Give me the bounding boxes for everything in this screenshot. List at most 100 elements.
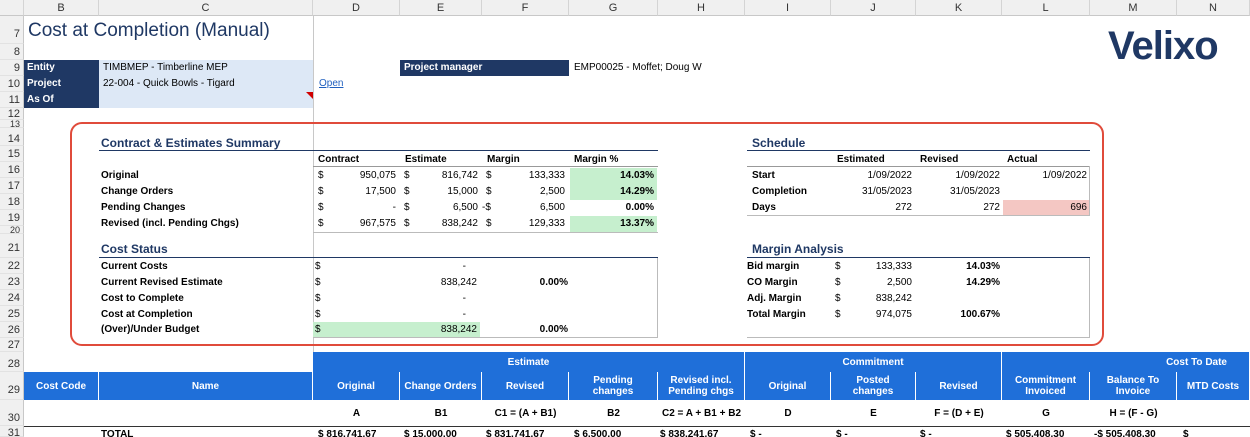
estimate-value: 838,242 xyxy=(441,218,478,229)
row-header[interactable]: 7 xyxy=(0,16,24,44)
row-header[interactable]: 22 xyxy=(0,258,24,274)
col-header-m[interactable]: M xyxy=(1090,0,1177,16)
project-manager-value: EMP00025 - Moffet; Doug W xyxy=(574,62,702,73)
group-header-commitment: Commitment xyxy=(745,352,1002,372)
total-value: $ - xyxy=(920,429,932,437)
margin-value: 6,500 xyxy=(539,202,565,213)
formula-label: C2 = A + B1 + B2 xyxy=(661,408,742,419)
schedule-box xyxy=(747,166,1090,216)
contract-value: 967,575 xyxy=(359,218,396,229)
total-value: $ 831,741.67 xyxy=(486,429,545,437)
grid-header-revised-incl-pending[interactable]: Revised incl. Pending chgs xyxy=(658,372,745,400)
summary-row-label: Revised (incl. Pending Chgs) xyxy=(101,218,239,229)
grid-header-commitment-original[interactable]: Original xyxy=(745,372,831,400)
project-manager-label: Project manager xyxy=(400,60,569,76)
row-header[interactable]: 29 xyxy=(0,372,24,400)
col-actual-header: Actual xyxy=(1007,154,1038,165)
group-header-cost-to-date: Cost To Date xyxy=(1002,352,1250,372)
formula-label: B2 xyxy=(607,408,620,419)
open-link[interactable]: Open xyxy=(319,78,343,89)
row-header[interactable]: 14 xyxy=(0,128,24,146)
total-value: $ xyxy=(1183,429,1189,437)
row-header[interactable]: 30 xyxy=(0,400,24,426)
row-header[interactable]: 16 xyxy=(0,162,24,178)
row-header[interactable]: 19 xyxy=(0,210,24,226)
row-header[interactable]: 12 xyxy=(0,108,24,120)
margin-value: 129,333 xyxy=(528,218,565,229)
formula-label: H = (F - G) xyxy=(1109,408,1158,419)
grid-header-pending-changes[interactable]: Pending changes xyxy=(569,372,658,400)
cost-status-label: Current Costs xyxy=(101,261,168,272)
row-header[interactable]: 23 xyxy=(0,274,24,290)
col-contract-header: Contract xyxy=(318,154,360,165)
formula-label: F = (D + E) xyxy=(934,408,984,419)
col-header-i[interactable]: I xyxy=(745,0,831,16)
section-underline xyxy=(99,150,658,151)
currency-sign: $ xyxy=(318,170,324,181)
row-header[interactable]: 9 xyxy=(0,60,24,76)
row-header[interactable]: 13 xyxy=(0,120,24,128)
entity-field[interactable]: TIMBMEP - Timberline MEP xyxy=(99,60,313,76)
row-header[interactable]: 31 xyxy=(0,426,24,437)
col-header-n[interactable]: N xyxy=(1177,0,1250,16)
contract-summary-title: Contract & Estimates Summary xyxy=(101,136,281,150)
formula-label: G xyxy=(1042,408,1050,419)
col-header-e[interactable]: E xyxy=(400,0,482,16)
grid-header-change-orders[interactable]: Change Orders xyxy=(400,372,482,400)
row-header[interactable]: 17 xyxy=(0,178,24,194)
entity-label: Entity xyxy=(24,60,99,76)
currency-sign: $ xyxy=(404,170,410,181)
col-margin-pct-header: Margin % xyxy=(574,154,619,165)
col-estimate-header: Estimate xyxy=(405,154,447,165)
total-value: $ 838,241.67 xyxy=(660,429,719,437)
asof-field[interactable] xyxy=(99,92,313,108)
col-header-b[interactable]: B xyxy=(24,0,99,16)
project-field[interactable]: 22-004 - Quick Bowls - Tigard xyxy=(99,76,313,92)
col-header-f[interactable]: F xyxy=(482,0,569,16)
cost-status-label: Current Revised Estimate xyxy=(101,277,223,288)
group-header-estimate: Estimate xyxy=(313,352,745,372)
row-header[interactable]: 18 xyxy=(0,194,24,210)
grid-header-cost-code[interactable]: Cost Code xyxy=(24,372,99,400)
currency-sign: $ xyxy=(318,218,324,229)
header-underline xyxy=(313,166,658,167)
row-header[interactable]: 26 xyxy=(0,322,24,338)
grid-header-original[interactable]: Original xyxy=(313,372,400,400)
row-header[interactable]: 27 xyxy=(0,338,24,352)
col-margin-header: Margin xyxy=(487,154,520,165)
row-header[interactable]: 28 xyxy=(0,352,24,372)
cost-status-box xyxy=(313,258,658,338)
row-header[interactable]: 21 xyxy=(0,234,24,258)
total-value: -$ 505,408.30 xyxy=(1094,429,1156,437)
col-header-g[interactable]: G xyxy=(569,0,658,16)
col-header-l[interactable]: L xyxy=(1002,0,1090,16)
col-header-k[interactable]: K xyxy=(916,0,1002,16)
grid-header-mtd-costs[interactable]: MTD Costs xyxy=(1177,372,1250,400)
col-header-c[interactable]: C xyxy=(99,0,313,16)
formula-label: D xyxy=(784,408,792,419)
corner-cell[interactable] xyxy=(0,0,24,16)
grid-header-name[interactable]: Name xyxy=(99,372,313,400)
grid-header-balance-to-invoice[interactable]: Balance To Invoice xyxy=(1090,372,1177,400)
formula-label: C1 = (A + B1) xyxy=(494,408,557,419)
margin-sign: $ xyxy=(486,170,492,181)
grid-header-revised[interactable]: Revised xyxy=(482,372,569,400)
col-header-h[interactable]: H xyxy=(658,0,745,16)
grid-header-commitment-revised[interactable]: Revised xyxy=(916,372,1002,400)
row-header[interactable]: 24 xyxy=(0,290,24,306)
row-header[interactable]: 11 xyxy=(0,92,24,108)
row-header[interactable]: 25 xyxy=(0,306,24,322)
cost-status-label: Cost at Completion xyxy=(101,309,193,320)
grid-header-commitment-invoiced[interactable]: Commitment Invoiced xyxy=(1002,372,1090,400)
col-header-d[interactable]: D xyxy=(313,0,400,16)
col-header-j[interactable]: J xyxy=(831,0,916,16)
row-header[interactable]: 8 xyxy=(0,44,24,60)
row-header[interactable]: 10 xyxy=(0,76,24,92)
formula-label: E xyxy=(870,408,877,419)
row-header[interactable]: 20 xyxy=(0,226,24,234)
grid-header-posted-changes[interactable]: Posted changes xyxy=(831,372,916,400)
row-header[interactable]: 15 xyxy=(0,146,24,162)
summary-row-label: Original xyxy=(101,170,139,181)
formula-label: A xyxy=(352,408,361,419)
margin-box xyxy=(747,258,1090,338)
